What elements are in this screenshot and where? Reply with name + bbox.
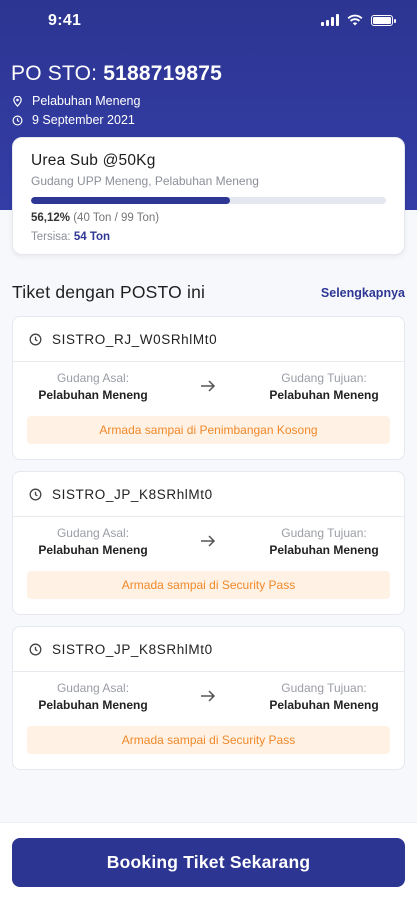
- po-label: PO STO:: [11, 62, 98, 85]
- arrow-right-icon: [201, 380, 216, 392]
- ticket-card[interactable]: SISTRO_RJ_W0SRhlMt0 Gudang Asal: Pelabuh…: [12, 316, 405, 460]
- origin-warehouse: Gudang Asal: Pelabuhan Meneng: [13, 371, 173, 402]
- ticket-id: SISTRO_JP_K8SRhlMt0: [52, 486, 213, 502]
- destination-value: Pelabuhan Meneng: [269, 543, 379, 557]
- destination-value: Pelabuhan Meneng: [269, 388, 379, 402]
- destination-warehouse: Gudang Tujuan: Pelabuhan Meneng: [244, 526, 404, 557]
- remaining-text: Tersisa: 54 Ton: [31, 231, 386, 243]
- page-title: PO STO: 5188719875: [11, 62, 222, 86]
- origin-value: Pelabuhan Meneng: [38, 388, 148, 402]
- clock-icon: [29, 488, 42, 500]
- ticket-header: SISTRO_RJ_W0SRhlMt0: [13, 317, 404, 362]
- destination-label: Gudang Tujuan:: [281, 681, 367, 695]
- ticket-id: SISTRO_RJ_W0SRhlMt0: [52, 331, 218, 347]
- date-text: 9 September 2021: [32, 113, 135, 127]
- progress-percent: 56,12%: [31, 212, 71, 224]
- destination-warehouse: Gudang Tujuan: Pelabuhan Meneng: [244, 681, 404, 712]
- location-pin-icon: [13, 95, 22, 107]
- origin-value: Pelabuhan Meneng: [38, 698, 148, 712]
- product-card: Urea Sub @50Kg Gudang UPP Meneng, Pelabu…: [12, 137, 405, 255]
- wifi-icon: [347, 14, 363, 26]
- status-bar: 9:41: [0, 0, 417, 44]
- see-all-link[interactable]: Selengkapnya: [321, 286, 405, 300]
- destination-label: Gudang Tujuan:: [281, 371, 367, 385]
- clock-icon: [12, 115, 23, 125]
- progress-bar: [31, 197, 386, 204]
- location-text: Pelabuhan Meneng: [32, 94, 141, 108]
- product-name: Urea Sub @50Kg: [31, 152, 156, 169]
- date-row: 9 September 2021: [12, 113, 135, 127]
- origin-label: Gudang Asal:: [56, 526, 130, 540]
- ticket-status-badge: Armada sampai di Security Pass: [27, 726, 390, 754]
- progress-bar-fill: [31, 197, 231, 204]
- remaining-label: Tersisa:: [31, 231, 71, 243]
- ticket-header: SISTRO_JP_K8SRhlMt0: [13, 472, 404, 517]
- status-time: 9:41: [48, 12, 82, 29]
- ticket-route: Gudang Asal: Pelabuhan Meneng Gudang Tuj…: [13, 672, 404, 722]
- origin-value: Pelabuhan Meneng: [38, 543, 148, 557]
- location-row: Pelabuhan Meneng: [12, 94, 140, 108]
- arrow-right-icon: [201, 690, 216, 702]
- origin-label: Gudang Asal:: [56, 371, 130, 385]
- ticket-route: Gudang Asal: Pelabuhan Meneng Gudang Tuj…: [13, 362, 404, 412]
- ticket-status-badge: Armada sampai di Penimbangan Kosong: [27, 416, 390, 444]
- remaining-value: 54 Ton: [73, 231, 111, 243]
- arrow-right-icon: [201, 535, 216, 547]
- section-title: Tiket dengan POSTO ini: [12, 282, 206, 302]
- tickets-section-header: Tiket dengan POSTO ini Selengkapnya: [12, 282, 405, 303]
- clock-icon: [29, 643, 42, 655]
- clock-icon: [29, 333, 42, 345]
- progress-detail: (40 Ton / 99 Ton): [73, 212, 160, 224]
- origin-label: Gudang Asal:: [56, 681, 130, 695]
- ticket-route: Gudang Asal: Pelabuhan Meneng Gudang Tuj…: [13, 517, 404, 567]
- origin-warehouse: Gudang Asal: Pelabuhan Meneng: [13, 681, 173, 712]
- status-icons: [321, 14, 396, 26]
- product-warehouse: Gudang UPP Meneng, Pelabuhan Meneng: [31, 174, 259, 188]
- progress-text: 56,12% (40 Ton / 99 Ton): [31, 212, 386, 224]
- destination-value: Pelabuhan Meneng: [269, 698, 379, 712]
- booking-ticket-button[interactable]: Booking Tiket Sekarang: [12, 838, 405, 887]
- ticket-status-badge: Armada sampai di Security Pass: [27, 571, 390, 599]
- ticket-header: SISTRO_JP_K8SRhlMt0: [13, 627, 404, 672]
- cellular-signal-icon: [321, 14, 339, 26]
- ticket-card[interactable]: SISTRO_JP_K8SRhlMt0 Gudang Asal: Pelabuh…: [12, 471, 405, 615]
- destination-warehouse: Gudang Tujuan: Pelabuhan Meneng: [244, 371, 404, 402]
- origin-warehouse: Gudang Asal: Pelabuhan Meneng: [13, 526, 173, 557]
- destination-label: Gudang Tujuan:: [281, 526, 367, 540]
- po-number: 5188719875: [103, 62, 223, 85]
- bottom-action-bar: Booking Tiket Sekarang: [0, 822, 417, 900]
- ticket-card[interactable]: SISTRO_JP_K8SRhlMt0 Gudang Asal: Pelabuh…: [12, 626, 405, 770]
- ticket-id: SISTRO_JP_K8SRhlMt0: [52, 641, 213, 657]
- battery-icon: [371, 14, 396, 26]
